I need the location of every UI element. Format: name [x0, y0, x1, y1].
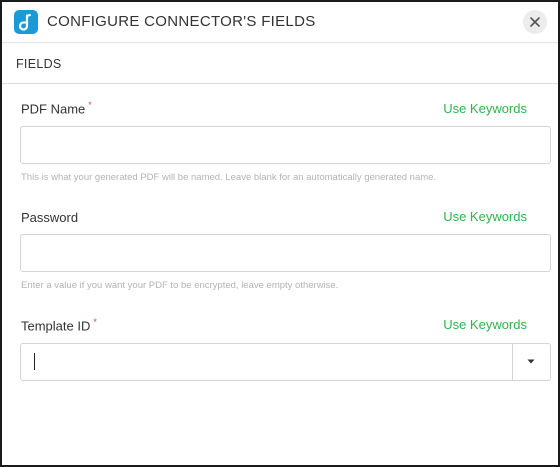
section-label: FIELDS [16, 57, 62, 71]
text-cursor [34, 353, 35, 370]
pdf-name-input[interactable] [20, 126, 551, 164]
password-label: Password [21, 210, 79, 225]
close-button[interactable] [523, 10, 547, 34]
configure-connector-modal: CONFIGURE CONNECTOR'S FIELDS FIELDS PDF … [0, 0, 560, 467]
template-id-label: Template ID * [21, 317, 97, 334]
close-icon [530, 17, 540, 27]
template-id-use-keywords-link[interactable]: Use Keywords [443, 317, 527, 332]
required-asterisk: * [88, 100, 92, 110]
modal-header: CONFIGURE CONNECTOR'S FIELDS [2, 2, 558, 43]
fields-section-header: FIELDS [2, 43, 558, 84]
template-id-select[interactable] [20, 343, 551, 381]
modal-title: CONFIGURE CONNECTOR'S FIELDS [47, 13, 316, 30]
password-hint: Enter a value if you want your PDF to be… [21, 280, 339, 291]
document-app-icon [14, 10, 38, 34]
password-input[interactable] [20, 234, 551, 272]
template-id-dropdown-button[interactable] [512, 344, 550, 380]
template-id-input[interactable] [21, 344, 512, 380]
password-use-keywords-link[interactable]: Use Keywords [443, 209, 527, 224]
caret-down-icon [527, 359, 535, 364]
pdf-name-use-keywords-link[interactable]: Use Keywords [443, 101, 527, 116]
pdf-name-label: PDF Name * [21, 100, 92, 117]
required-asterisk: * [93, 317, 97, 327]
pdf-name-hint: This is what your generated PDF will be … [21, 172, 437, 183]
